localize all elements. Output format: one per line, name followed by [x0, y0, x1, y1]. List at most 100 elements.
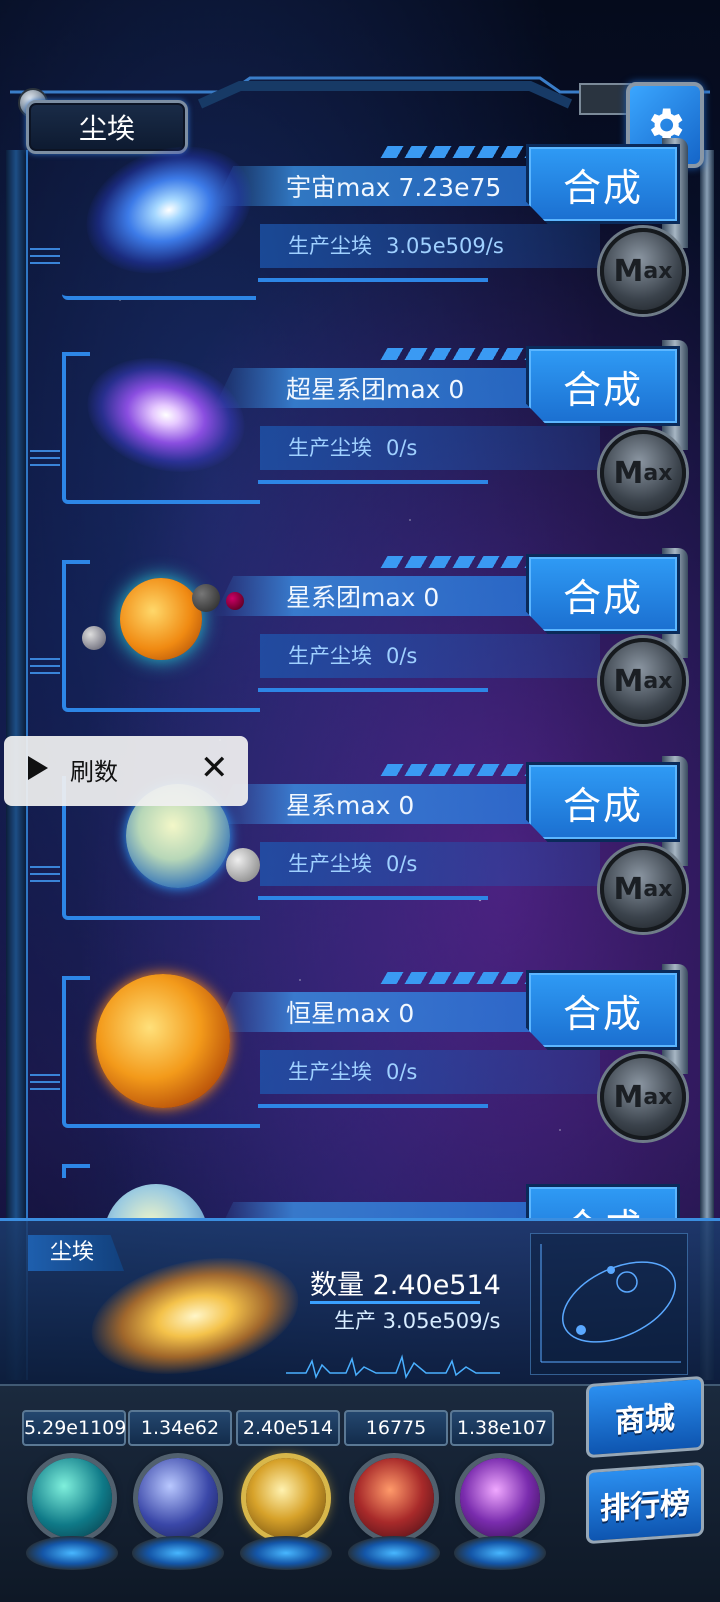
dust-panel: 尘埃 数量 2.40e514 生产 3.05e509/s — [0, 1218, 720, 1392]
item-production: 生产尘埃 0/s — [288, 1052, 417, 1092]
item-name: 星系max 0 — [286, 791, 415, 820]
galaxy-cluster-sun-icon — [120, 578, 202, 660]
resource-slot[interactable]: 5.29e1109 — [22, 1396, 126, 1596]
item-row-galaxy-cluster: 星系团max 0 生产尘埃 0/s 合成 Max — [0, 538, 720, 738]
resource-value: 1.38e107 — [450, 1410, 554, 1446]
planet-icon — [226, 592, 244, 610]
leaderboard-button[interactable]: 排行榜 — [586, 1461, 704, 1545]
decor-stripes — [380, 972, 538, 984]
dust-production: 生产 3.05e509/s — [334, 1309, 501, 1333]
row-bracket-top — [62, 1164, 90, 1178]
close-icon[interactable]: ✕ — [200, 748, 229, 788]
production-value: 0/s — [386, 1060, 418, 1084]
max-button[interactable]: Max — [600, 846, 686, 932]
quantity-underline — [310, 1301, 480, 1304]
row-underline — [258, 896, 488, 900]
combine-button[interactable]: 合成 — [526, 1184, 680, 1218]
production-label: 生产尘埃 — [288, 1060, 372, 1084]
row-underline — [258, 688, 488, 692]
production-label: 生产尘埃 — [288, 644, 372, 668]
max-label-small: ax — [643, 460, 673, 486]
resource-slot[interactable]: 1.38e107 — [450, 1396, 554, 1596]
item-name: 星系团max 0 — [286, 583, 440, 612]
combine-button[interactable]: 合成 — [526, 970, 680, 1050]
orb-base — [348, 1536, 440, 1570]
max-label-big: M — [613, 871, 644, 907]
item-row-partial: 合成 — [0, 1164, 720, 1218]
name-bar — [214, 1202, 534, 1218]
auto-refresh-popup: 刷数 ✕ — [4, 736, 248, 806]
molecule-orb-icon[interactable] — [32, 1458, 112, 1538]
combine-button[interactable]: 合成 — [526, 554, 680, 634]
shop-button[interactable]: 商城 — [586, 1375, 704, 1459]
max-label-big: M — [613, 1079, 644, 1115]
item-row-supercluster: 超星系团max 0 生产尘埃 0/s 合成 Max — [0, 330, 720, 530]
max-button[interactable]: Max — [600, 228, 686, 314]
resource-value: 5.29e1109 — [22, 1410, 126, 1446]
orb-base — [454, 1536, 546, 1570]
resource-slot[interactable]: 1.34e62 — [128, 1396, 232, 1596]
max-label-small: ax — [643, 1084, 673, 1110]
item-production: 生产尘埃 0/s — [288, 844, 417, 884]
resource-value: 1.34e62 — [128, 1410, 232, 1446]
combine-button[interactable]: 合成 — [526, 762, 680, 842]
decor-stripes — [380, 348, 538, 360]
dust-orb-icon[interactable] — [246, 1458, 326, 1538]
popup-label[interactable]: 刷数 — [70, 752, 118, 787]
combine-button[interactable]: 合成 — [526, 346, 680, 426]
decor-stripes — [380, 764, 538, 776]
item-production: 生产尘埃 3.05e509/s — [288, 226, 504, 266]
energy-orb-icon[interactable] — [354, 1458, 434, 1538]
max-label-small: ax — [643, 258, 673, 284]
item-row-universe: 宇宙max 7.23e75 生产尘埃 3.05e509/s 合成 Max — [0, 124, 720, 328]
orb-base — [132, 1536, 224, 1570]
resource-value: 2.40e514 — [236, 1410, 340, 1446]
max-button[interactable]: Max — [600, 638, 686, 724]
production-value: 0/s — [386, 436, 418, 460]
max-label-big: M — [613, 253, 644, 289]
waveform-decor — [286, 1354, 500, 1380]
max-label-small: ax — [643, 876, 673, 902]
production-value: 3.05e509/s — [386, 234, 504, 258]
production-label: 生产尘埃 — [288, 852, 372, 876]
production-value: 0/s — [386, 852, 418, 876]
decor-stripes — [380, 146, 538, 158]
decor-lines — [30, 866, 60, 886]
production-label: 生产尘埃 — [288, 436, 372, 460]
moon-icon — [226, 848, 260, 882]
vortex-orb-icon[interactable] — [460, 1458, 540, 1538]
item-name: 超星系团max 0 — [286, 375, 465, 404]
decor-stripes — [380, 556, 538, 568]
star-sun-icon — [96, 974, 230, 1108]
planet-icon — [104, 1184, 208, 1218]
max-label-big: M — [613, 455, 644, 491]
row-underline — [258, 480, 488, 484]
item-production: 生产尘埃 0/s — [288, 428, 417, 468]
resource-value: 16775 — [344, 1410, 448, 1446]
orb-base — [26, 1536, 118, 1570]
play-icon[interactable] — [28, 756, 48, 780]
row-underline — [258, 278, 488, 282]
max-label-small: ax — [643, 668, 673, 694]
item-row-star: 恒星max 0 生产尘埃 0/s 合成 Max — [0, 954, 720, 1154]
max-button[interactable]: Max — [600, 430, 686, 516]
production-value: 0/s — [386, 644, 418, 668]
planet-icon — [192, 584, 220, 612]
lightning-orb-icon[interactable] — [138, 1458, 218, 1538]
max-button[interactable]: Max — [600, 1054, 686, 1140]
combine-button[interactable]: 合成 — [526, 144, 680, 224]
production-label: 生产尘埃 — [288, 234, 372, 258]
decor-lines — [30, 450, 60, 470]
resource-tray: 5.29e1109 1.34e62 2.40e514 16775 1.38e10… — [0, 1375, 720, 1602]
resource-slot-selected[interactable]: 2.40e514 — [236, 1396, 340, 1596]
item-production: 生产尘埃 0/s — [288, 636, 417, 676]
decor-lines — [30, 1074, 60, 1094]
dust-quantity: 数量 2.40e514 — [310, 1270, 501, 1301]
panel-tab: 尘埃 — [28, 1235, 124, 1271]
decor-lines — [30, 658, 60, 678]
planet-icon — [82, 626, 106, 650]
decor-lines — [30, 248, 60, 268]
row-underline — [258, 1104, 488, 1108]
orb-base — [240, 1536, 332, 1570]
resource-slot[interactable]: 16775 — [344, 1396, 448, 1596]
